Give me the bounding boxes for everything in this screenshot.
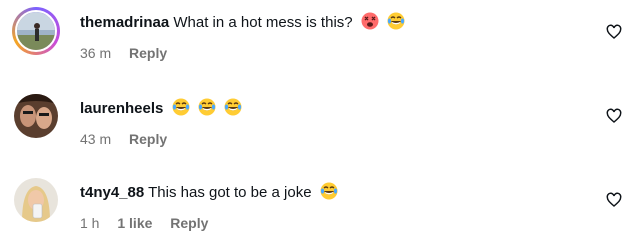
like-count[interactable]: 1 like	[117, 215, 152, 231]
comment-username[interactable]: themadrinaa	[80, 14, 169, 31]
comment-timestamp: 43 m	[80, 131, 112, 147]
like-heart-icon[interactable]	[606, 24, 622, 40]
comment-timestamp: 1 h	[80, 215, 100, 231]
laughing-tears-emoji	[172, 98, 190, 122]
laughing-tears-emoji	[320, 182, 338, 206]
laughing-tears-emoji	[224, 98, 242, 122]
avatar[interactable]	[14, 94, 58, 138]
like-heart-icon[interactable]	[606, 192, 622, 208]
comment-username[interactable]: laurenheels	[80, 100, 163, 117]
like-heart-icon[interactable]	[606, 108, 622, 124]
reply-button[interactable]: Reply	[129, 131, 167, 147]
comment-timestamp: 36 m	[80, 45, 112, 61]
avatar-image	[15, 10, 57, 52]
laughing-tears-emoji	[387, 12, 405, 36]
comment-text: What in a hot mess is this?	[173, 14, 353, 31]
laughing-tears-emoji	[198, 98, 216, 122]
comment-username[interactable]: t4ny4_88	[80, 184, 144, 201]
avatar[interactable]	[14, 178, 58, 222]
reply-button[interactable]: Reply	[170, 215, 208, 231]
comment-text: This has got to be a joke	[148, 184, 312, 201]
face-with-crossed-out-eyes-emoji	[361, 12, 379, 36]
avatar[interactable]	[12, 7, 60, 55]
reply-button[interactable]: Reply	[129, 45, 167, 61]
